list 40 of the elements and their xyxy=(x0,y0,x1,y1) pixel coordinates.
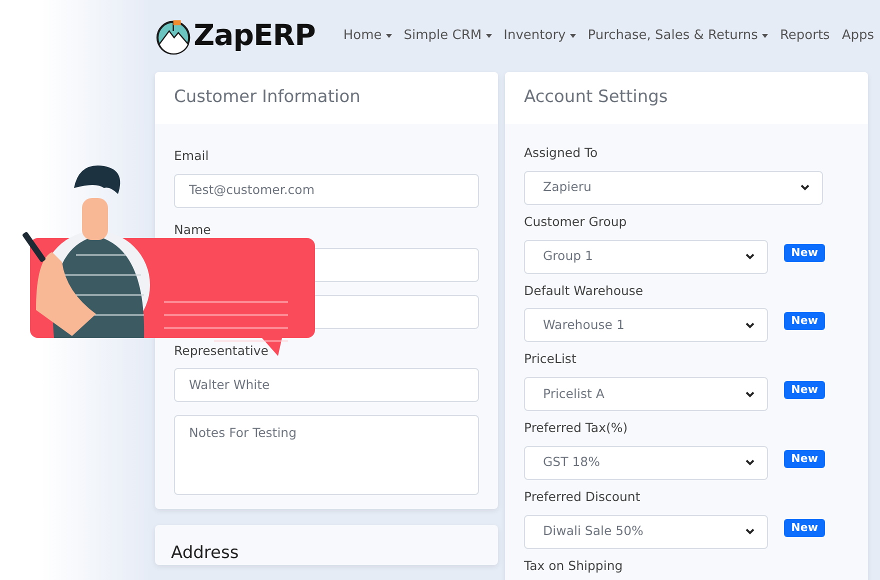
new-button[interactable]: New xyxy=(784,450,825,468)
field-label: Representative xyxy=(174,342,268,360)
brand-name[interactable]: ZapERP xyxy=(194,14,316,58)
chevron-icon xyxy=(745,322,755,329)
select-field[interactable]: Warehouse 1 xyxy=(524,308,768,342)
field-label: Assigned To xyxy=(524,144,598,162)
new-button[interactable]: New xyxy=(784,244,825,262)
chevron-icon xyxy=(745,459,755,466)
card-title: Account Settings xyxy=(524,86,668,110)
card-title: Customer Information xyxy=(174,86,360,110)
nav-link[interactable]: Simple CRM xyxy=(398,26,498,46)
field-label: PriceList xyxy=(524,350,576,368)
new-button[interactable]: New xyxy=(784,312,825,330)
field-label: Preferred Tax(%) xyxy=(524,419,628,437)
field-label: Tax on Shipping xyxy=(524,558,623,572)
select-field[interactable]: Pricelist A xyxy=(524,377,768,411)
nav-link[interactable]: Reports xyxy=(774,26,836,46)
input-field[interactable]: Walter White xyxy=(174,368,479,402)
select-field[interactable]: Zapieru xyxy=(524,170,823,205)
field-label: Customer Group xyxy=(524,212,627,231)
new-button[interactable]: New xyxy=(784,518,825,536)
select-field[interactable]: Group 1 xyxy=(524,240,768,274)
field-label: Name xyxy=(174,220,211,239)
nav-link[interactable]: Apps xyxy=(836,26,880,46)
card-title: Address xyxy=(171,543,239,564)
new-button[interactable]: New xyxy=(784,381,825,399)
nav-link[interactable]: Purchase, Sales & Returns xyxy=(582,26,774,46)
select-field[interactable]: GST 18% xyxy=(524,446,768,480)
input-field[interactable]: Test@customer.com xyxy=(174,174,479,208)
field-label: Default Warehouse xyxy=(524,282,644,300)
field-label: Email xyxy=(174,147,209,165)
chevron-icon xyxy=(800,184,810,192)
nav-link[interactable]: Inventory xyxy=(498,26,582,46)
notes-textarea[interactable]: Notes For Testing xyxy=(174,415,479,496)
select-field[interactable]: Diwali Sale 50% xyxy=(524,514,768,548)
field-label: Preferred Discount xyxy=(524,488,640,506)
chevron-icon xyxy=(745,528,755,535)
chevron-icon xyxy=(745,253,755,260)
chevron-icon xyxy=(745,390,755,398)
nav-link[interactable]: Home xyxy=(337,26,398,46)
